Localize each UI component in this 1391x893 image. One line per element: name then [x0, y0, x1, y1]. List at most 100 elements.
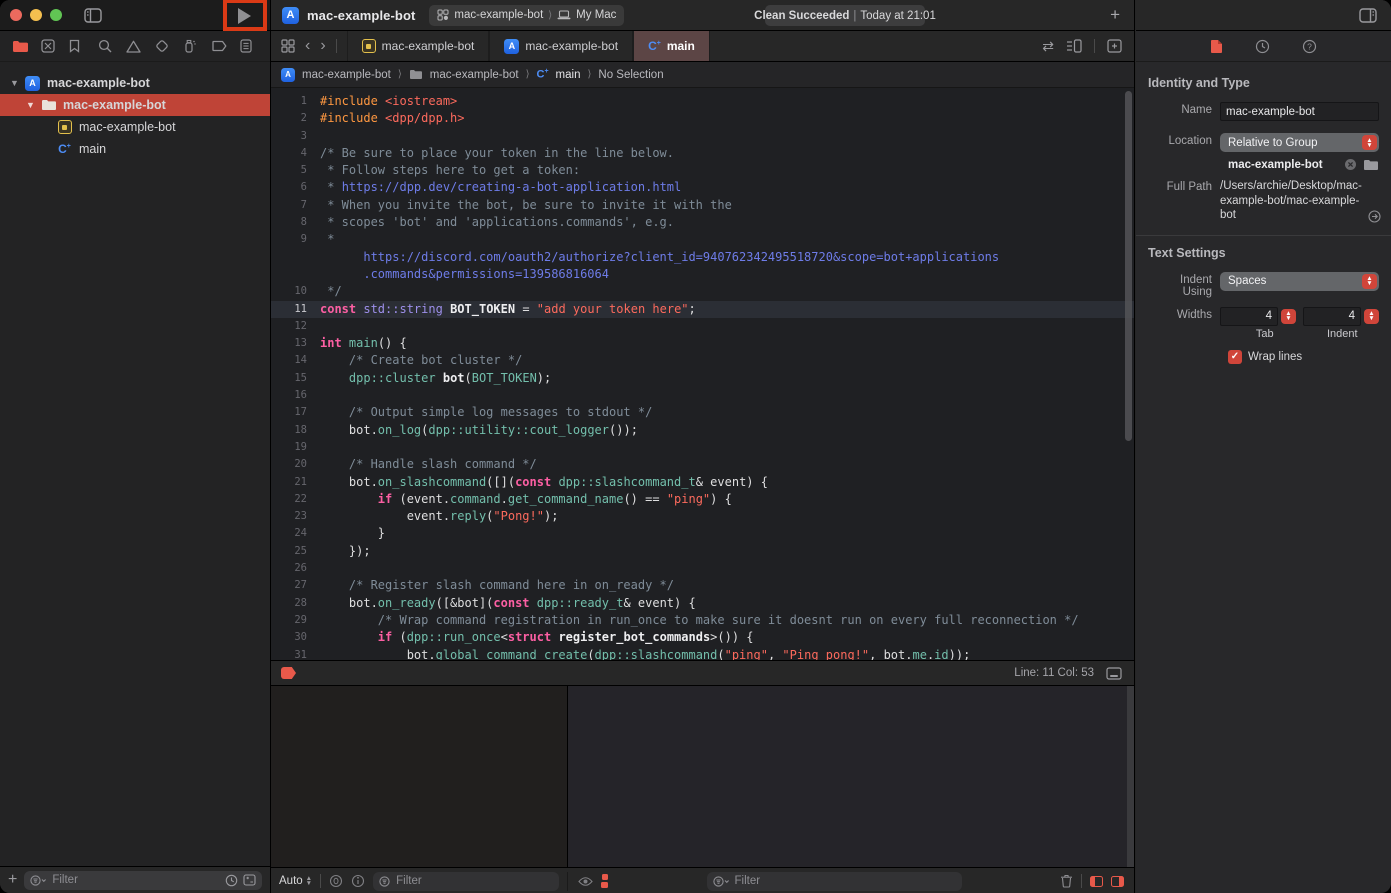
name-field[interactable]: mac-example-bot: [1220, 102, 1379, 121]
test-navigator-icon[interactable]: [155, 39, 173, 53]
related-items-icon[interactable]: [281, 39, 295, 53]
report-navigator-icon[interactable]: [240, 39, 258, 53]
code-line-4[interactable]: 4/* Be sure to place your token in the l…: [271, 145, 1134, 162]
disclosure-chevron-icon[interactable]: ▼: [10, 78, 20, 88]
variables-scope-dropdown[interactable]: Auto ▲▼: [279, 875, 312, 887]
history-inspector-icon[interactable]: [1255, 39, 1270, 54]
indent-width-stepper[interactable]: ▲▼: [1364, 309, 1379, 324]
go-forward-button[interactable]: ›: [320, 37, 325, 55]
toggle-navigator-icon[interactable]: [84, 8, 102, 23]
console-output-type-icon[interactable]: [601, 874, 608, 888]
variables-filter-field[interactable]: Filter: [373, 872, 559, 891]
breakpoints-toggle-icon[interactable]: [281, 667, 296, 679]
find-navigator-icon[interactable]: [98, 39, 116, 53]
code-line-12[interactable]: 12: [271, 318, 1134, 335]
close-window-button[interactable]: [10, 9, 22, 21]
code-line-9[interactable]: 9 *: [271, 231, 1134, 248]
disclosure-chevron-icon[interactable]: ▼: [26, 100, 36, 110]
tab-width-field[interactable]: 4: [1220, 307, 1278, 326]
tab-mac-example-bot-xcodeproj[interactable]: mac-example-bot: [347, 31, 490, 61]
scheme-selector[interactable]: mac-example-bot ⟩ My Mac: [429, 5, 624, 26]
code-line-1[interactable]: 1#include <iostream>: [271, 93, 1134, 110]
toggle-inspector-icon[interactable]: [1359, 8, 1377, 23]
quick-help-inspector-icon[interactable]: ?: [1302, 39, 1317, 54]
navigator-filter-field[interactable]: Filter: [24, 871, 262, 890]
code-line-31[interactable]: 31 bot.global_command_create(dpp::slashc…: [271, 647, 1134, 661]
code-line-wrap[interactable]: https://discord.com/oauth2/authorize?cli…: [271, 249, 1134, 266]
code-line-30[interactable]: 30 if (dpp::run_once<struct register_bot…: [271, 629, 1134, 646]
console-scrollbar[interactable]: [1127, 686, 1134, 867]
choose-folder-icon[interactable]: [1363, 159, 1379, 171]
code-line-10[interactable]: 10 */: [271, 283, 1134, 300]
issue-navigator-icon[interactable]: [126, 40, 144, 53]
add-file-button[interactable]: +: [8, 871, 17, 889]
code-line-13[interactable]: 13int main() {: [271, 335, 1134, 352]
code-line-29[interactable]: 29 /* Wrap command registration in run_o…: [271, 612, 1134, 629]
wrap-lines-checkbox[interactable]: ✓: [1228, 350, 1242, 364]
add-editor-icon[interactable]: [1107, 39, 1122, 53]
tree-item-main[interactable]: C+main: [0, 138, 270, 160]
code-line-7[interactable]: 7 * When you invite the bot, be sure to …: [271, 197, 1134, 214]
hide-variables-icon[interactable]: [329, 874, 343, 888]
code-line-24[interactable]: 24 }: [271, 525, 1134, 542]
toggle-console-panel-icon[interactable]: [1111, 876, 1124, 887]
breadcrumb-project[interactable]: mac-example-bot: [302, 69, 391, 81]
jump-bar[interactable]: A mac-example-bot ⟩ mac-example-bot ⟩ C+…: [271, 62, 1134, 88]
toggle-variables-panel-icon[interactable]: [1090, 876, 1103, 887]
code-line-23[interactable]: 23 event.reply("Pong!");: [271, 508, 1134, 525]
bookmark-navigator-icon[interactable]: [69, 39, 87, 53]
file-inspector-icon[interactable]: [1210, 39, 1223, 54]
project-navigator-icon[interactable]: [12, 40, 30, 53]
code-line-19[interactable]: 19: [271, 439, 1134, 456]
editor-scrollbar[interactable]: [1125, 91, 1132, 441]
code-line-15[interactable]: 15 dpp::cluster bot(BOT_TOKEN);: [271, 370, 1134, 387]
clear-location-icon[interactable]: [1344, 158, 1357, 171]
new-tab-button[interactable]: +: [1110, 5, 1120, 25]
code-line-wrap[interactable]: .commands&permissions=139586816064: [271, 266, 1134, 283]
code-line-14[interactable]: 14 /* Create bot cluster */: [271, 352, 1134, 369]
code-line-16[interactable]: 16: [271, 387, 1134, 404]
source-editor[interactable]: 1#include <iostream>2#include <dpp/dpp.h…: [271, 88, 1134, 660]
code-line-22[interactable]: 22 if (event.command.get_command_name() …: [271, 491, 1134, 508]
console-visibility-eye-icon[interactable]: [578, 876, 593, 887]
minimize-window-button[interactable]: [30, 9, 42, 21]
open-path-arrow-icon[interactable]: [1368, 210, 1381, 223]
code-line-21[interactable]: 21 bot.on_slashcommand([](const dpp::sla…: [271, 474, 1134, 491]
code-line-3[interactable]: 3: [271, 128, 1134, 145]
run-button[interactable]: [226, 1, 262, 30]
indent-using-popup[interactable]: Spaces ▲▼: [1220, 272, 1379, 291]
tree-item-mac-example-bot[interactable]: ▼Amac-example-bot: [0, 72, 270, 94]
code-line-26[interactable]: 26: [271, 560, 1134, 577]
info-icon[interactable]: [351, 874, 365, 888]
code-line-2[interactable]: 2#include <dpp/dpp.h>: [271, 110, 1134, 127]
tab-mac-example-bot-target[interactable]: A mac-example-bot: [489, 31, 633, 61]
adjust-editor-options-icon[interactable]: [1066, 39, 1082, 53]
code-line-27[interactable]: 27 /* Register slash command here in on_…: [271, 577, 1134, 594]
breakpoint-navigator-icon[interactable]: [212, 40, 230, 52]
source-control-navigator-icon[interactable]: [41, 39, 59, 53]
code-line-25[interactable]: 25 });: [271, 543, 1134, 560]
go-back-button[interactable]: ‹: [305, 37, 310, 55]
console-view[interactable]: [568, 686, 1134, 867]
breadcrumb-file[interactable]: main: [556, 69, 581, 81]
code-line-17[interactable]: 17 /* Output simple log messages to stdo…: [271, 404, 1134, 421]
variables-view[interactable]: [271, 686, 568, 867]
breadcrumb-selection[interactable]: No Selection: [598, 69, 663, 81]
code-line-18[interactable]: 18 bot.on_log(dpp::utility::cout_logger(…: [271, 422, 1134, 439]
zoom-window-button[interactable]: [50, 9, 62, 21]
tab-main-active[interactable]: C+ main: [633, 31, 710, 61]
tab-width-stepper[interactable]: ▲▼: [1281, 309, 1296, 324]
code-line-5[interactable]: 5 * Follow steps here to get a token:: [271, 162, 1134, 179]
indent-width-field[interactable]: 4: [1303, 307, 1361, 326]
code-review-icon[interactable]: ⇄: [1042, 38, 1054, 55]
minimap-toggle-icon[interactable]: [1106, 667, 1122, 680]
code-line-28[interactable]: 28 bot.on_ready([&bot](const dpp::ready_…: [271, 595, 1134, 612]
location-popup[interactable]: Relative to Group ▲▼: [1220, 133, 1379, 152]
source-control-status-icon[interactable]: [243, 874, 256, 886]
code-line-11[interactable]: 11const std::string BOT_TOKEN = "add you…: [271, 301, 1134, 318]
clear-console-trash-icon[interactable]: [1060, 874, 1073, 888]
code-line-8[interactable]: 8 * scopes 'bot' and 'applications.comma…: [271, 214, 1134, 231]
code-line-20[interactable]: 20 /* Handle slash command */: [271, 456, 1134, 473]
code-line-6[interactable]: 6 * https://dpp.dev/creating-a-bot-appli…: [271, 179, 1134, 196]
console-filter-field[interactable]: Filter: [707, 872, 962, 891]
